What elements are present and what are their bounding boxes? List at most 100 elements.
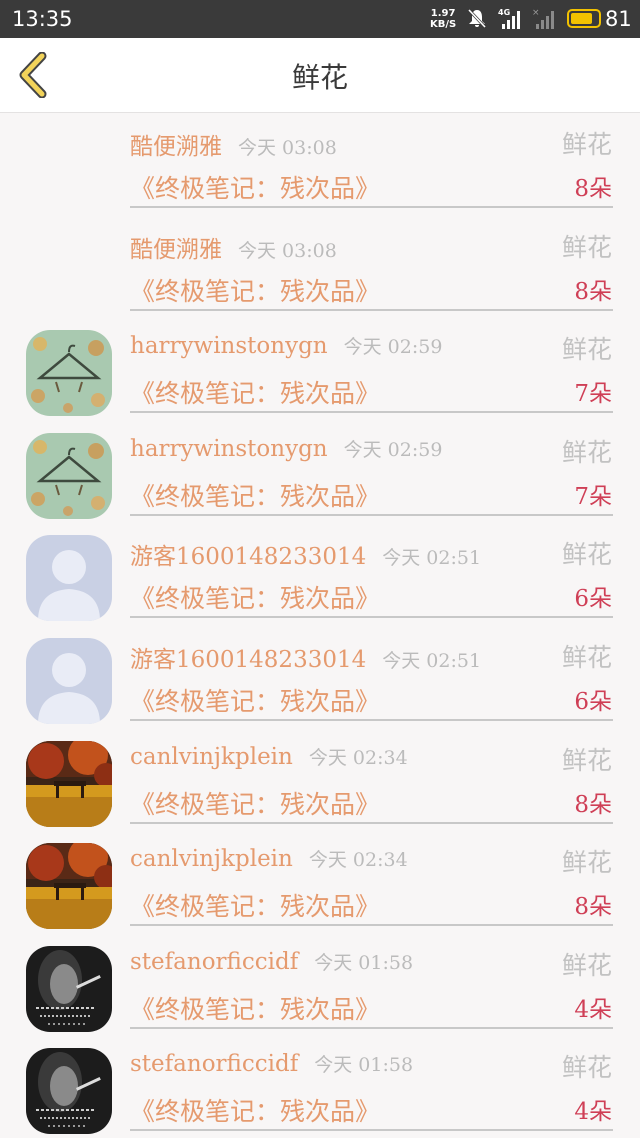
user-line: stefanorficcidf 今天 01:58 — [130, 948, 413, 975]
user-line: 游客1600148233014 今天 02:51 — [130, 640, 481, 674]
divider — [130, 821, 613, 824]
nav-bar: 鲜花 — [0, 38, 640, 113]
mute-icon — [467, 8, 487, 29]
book-title[interactable]: 《终极笔记：残次品》 — [130, 990, 380, 1026]
svg-text:×: × — [532, 8, 540, 18]
username[interactable]: canlvinjkplein — [130, 846, 293, 872]
gift-count: 8朵 — [574, 894, 612, 921]
gift-count: 4朵 — [574, 996, 612, 1023]
user-line: stefanorficcidf 今天 01:58 — [130, 1050, 413, 1077]
book-title[interactable]: 《终极笔记：残次品》 — [130, 374, 380, 410]
username[interactable]: stefanorficcidf — [130, 1051, 298, 1077]
timestamp: 今天 02:59 — [343, 438, 443, 461]
battery-level: 81 — [605, 7, 632, 31]
signal-4g-icon: 4G — [498, 8, 520, 29]
avatar-hanger-photo[interactable] — [26, 432, 112, 519]
divider — [130, 206, 613, 208]
list-item[interactable]: stefanorficcidf 今天 01:58 鲜花 《终极笔记：残次品》 4朵 — [0, 1036, 640, 1138]
timestamp: 今天 03:08 — [238, 239, 337, 262]
username[interactable]: 酷便溯雅 — [130, 237, 222, 263]
battery-icon — [567, 9, 601, 28]
svg-text:4G: 4G — [498, 8, 510, 17]
status-time: 13:35 — [12, 7, 73, 31]
gift-type-label: 鲜花 — [561, 540, 612, 570]
list-item[interactable]: 游客1600148233014 今天 02:51 鲜花 《终极笔记：残次品》 6朵 — [0, 626, 640, 729]
gift-type-label: 鲜花 — [561, 848, 612, 878]
user-line: 游客1600148233014 今天 02:51 — [130, 537, 481, 571]
avatar-default-person[interactable] — [26, 637, 112, 724]
gift-type-label: 鲜花 — [561, 232, 612, 262]
avatar-hanger-photo[interactable] — [26, 330, 112, 417]
username[interactable]: 游客1600148233014 — [130, 544, 366, 570]
username[interactable]: harrywinstonygn — [130, 436, 328, 462]
timestamp: 今天 02:34 — [308, 849, 408, 872]
book-title[interactable]: 《终极笔记：残次品》 — [130, 682, 380, 718]
network-speed: 1.97 KB/S — [430, 8, 457, 30]
battery-fill — [571, 13, 593, 24]
book-title[interactable]: 《终极笔记：残次品》 — [130, 477, 380, 513]
list-item[interactable]: 酷便溯雅 今天 03:08 鲜花 《终极笔记：残次品》 8朵 — [0, 113, 640, 216]
user-line: 酷便溯雅 今天 03:08 — [130, 230, 337, 264]
timestamp: 今天 02:51 — [382, 649, 482, 672]
gift-record-list: 酷便溯雅 今天 03:08 鲜花 《终极笔记：残次品》 8朵 酷便溯雅 今天 03:… — [0, 113, 640, 1138]
list-item[interactable]: harrywinstonygn 今天 02:59 鲜花 《终极笔记：残次品》 7朵 — [0, 421, 640, 524]
username[interactable]: stefanorficcidf — [130, 949, 298, 975]
divider — [130, 924, 613, 927]
timestamp: 今天 02:34 — [308, 746, 408, 769]
gift-count: 7朵 — [574, 381, 612, 408]
gift-type-label: 鲜花 — [561, 1053, 612, 1083]
gift-count: 6朵 — [574, 688, 612, 715]
username[interactable]: harrywinstonygn — [130, 333, 328, 359]
gift-type-label: 鲜花 — [561, 642, 612, 672]
list-item[interactable]: stefanorficcidf 今天 01:58 鲜花 《终极笔记：残次品》 4朵 — [0, 934, 640, 1037]
timestamp: 今天 01:58 — [314, 951, 414, 974]
book-title[interactable]: 《终极笔记：残次品》 — [130, 579, 380, 615]
avatar-autumn-bench[interactable] — [26, 843, 112, 930]
timestamp: 今天 02:51 — [382, 547, 482, 570]
book-title[interactable]: 《终极笔记：残次品》 — [130, 272, 380, 308]
list-item[interactable]: 游客1600148233014 今天 02:51 鲜花 《终极笔记：残次品》 6朵 — [0, 523, 640, 626]
signal-no-service-icon: × — [532, 8, 554, 29]
gift-count: 4朵 — [574, 1099, 612, 1126]
avatar-default-person[interactable] — [26, 535, 112, 622]
list-item[interactable]: harrywinstonygn 今天 02:59 鲜花 《终极笔记：残次品》 7朵 — [0, 318, 640, 421]
user-line: canlvinjkplein 今天 02:34 — [130, 845, 408, 872]
book-title[interactable]: 《终极笔记：残次品》 — [130, 785, 380, 821]
user-line: canlvinjkplein 今天 02:34 — [130, 743, 408, 770]
avatar-autumn-bench[interactable] — [26, 740, 112, 827]
username[interactable]: 酷便溯雅 — [130, 134, 222, 160]
list-item[interactable]: canlvinjkplein 今天 02:34 鲜花 《终极笔记：残次品》 8朵 — [0, 729, 640, 832]
user-line: 酷便溯雅 今天 03:08 — [130, 127, 337, 161]
timestamp: 今天 03:08 — [238, 137, 337, 159]
page-title: 鲜花 — [291, 61, 348, 94]
gift-type-label: 鲜花 — [561, 437, 612, 467]
gift-count: 8朵 — [574, 791, 612, 818]
divider — [130, 718, 613, 721]
username[interactable]: 游客1600148233014 — [130, 647, 366, 673]
list-item[interactable]: 酷便溯雅 今天 03:08 鲜花 《终极笔记：残次品》 8朵 — [0, 216, 640, 319]
divider — [130, 411, 613, 414]
avatar-bw-smoker[interactable] — [26, 1048, 112, 1135]
username[interactable]: canlvinjkplein — [130, 744, 293, 770]
book-title[interactable]: 《终极笔记：残次品》 — [130, 1092, 380, 1128]
divider — [130, 513, 613, 516]
book-title[interactable]: 《终极笔记：残次品》 — [130, 887, 380, 923]
divider — [130, 1129, 613, 1132]
user-line: harrywinstonygn 今天 02:59 — [130, 435, 442, 462]
gift-type-label: 鲜花 — [561, 335, 612, 365]
gift-count: 6朵 — [574, 586, 612, 613]
status-bar: 13:35 1.97 KB/S 4G × 81 — [0, 0, 640, 38]
timestamp: 今天 01:58 — [314, 1054, 414, 1077]
user-line: harrywinstonygn 今天 02:59 — [130, 332, 442, 359]
gift-type-label: 鲜花 — [561, 950, 612, 980]
gift-count: 7朵 — [574, 483, 612, 510]
divider — [130, 616, 613, 619]
gift-count: 8朵 — [574, 176, 612, 202]
gift-count: 8朵 — [574, 278, 612, 305]
divider — [130, 1026, 613, 1029]
book-title[interactable]: 《终极笔记：残次品》 — [130, 169, 380, 205]
avatar-bw-smoker[interactable] — [26, 945, 112, 1032]
gift-type-label: 鲜花 — [561, 130, 612, 159]
divider — [130, 308, 613, 311]
list-item[interactable]: canlvinjkplein 今天 02:34 鲜花 《终极笔记：残次品》 8朵 — [0, 831, 640, 934]
